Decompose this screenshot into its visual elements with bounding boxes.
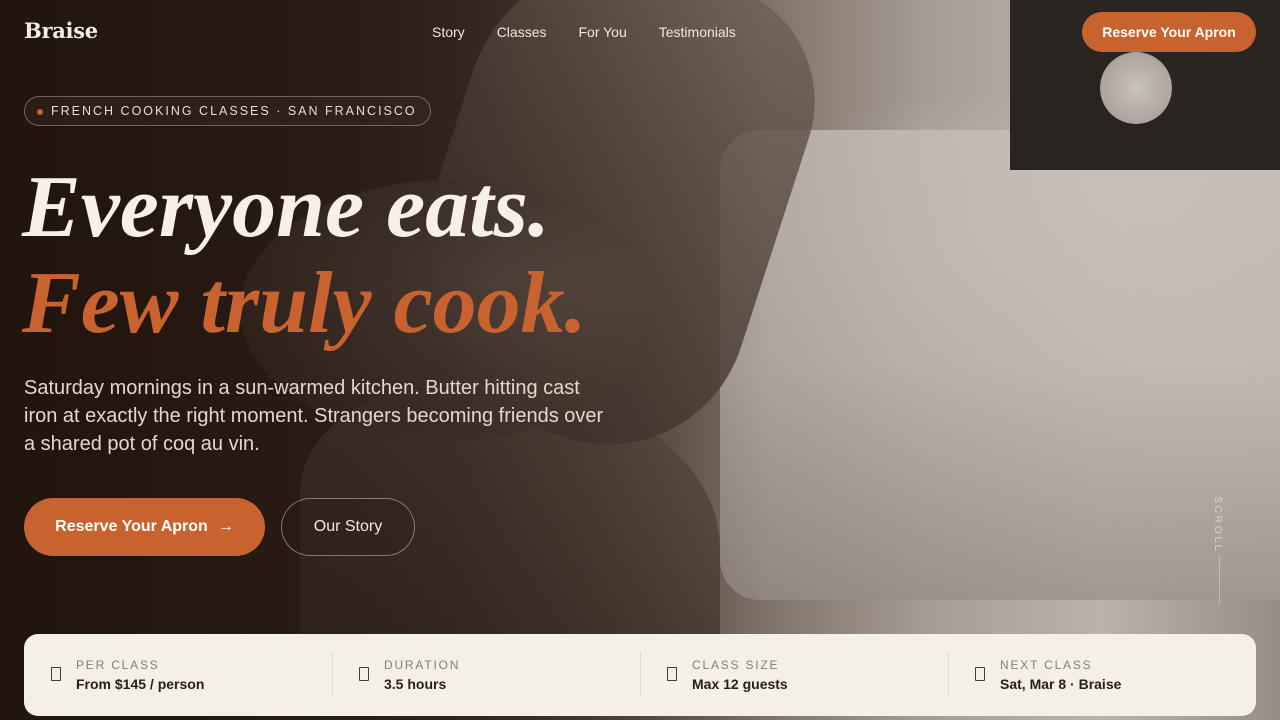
- hero-lede: Saturday mornings in a sun-warmed kitche…: [24, 377, 604, 455]
- our-story-button[interactable]: Our Story: [281, 498, 415, 556]
- info-value: From $145 / person: [76, 676, 205, 692]
- info-value: 3.5 hours: [384, 676, 447, 692]
- info-value: Max 12 guests: [692, 676, 788, 692]
- info-class-size: CLASS SIZE Max 12 guests: [640, 634, 948, 716]
- nav-reserve-button[interactable]: Reserve Your Apron: [1082, 12, 1256, 52]
- clock-icon: [359, 667, 369, 681]
- class-info-bar: PER CLASS From $145 / person DURATION 3.…: [24, 634, 1256, 716]
- info-per-class: PER CLASS From $145 / person: [24, 634, 332, 716]
- nav-link-testimonials[interactable]: Testimonials: [659, 24, 736, 40]
- reserve-apron-button[interactable]: Reserve Your Apron →: [24, 498, 265, 556]
- info-label: NEXT CLASS: [1000, 658, 1093, 672]
- scroll-line: [1219, 556, 1220, 604]
- hero-headline: Everyone eats. Few truly cook.: [22, 160, 587, 352]
- nav-links: Story Classes For You Testimonials: [432, 24, 736, 40]
- brand-logo[interactable]: Braise: [24, 18, 98, 43]
- arrow-right-icon: →: [217, 518, 234, 535]
- scroll-indicator[interactable]: SCROLL: [1212, 496, 1228, 606]
- info-label: CLASS SIZE: [692, 658, 780, 672]
- nav-link-story[interactable]: Story: [432, 24, 465, 40]
- users-icon: [667, 667, 677, 681]
- calendar-icon: [975, 667, 985, 681]
- info-label: PER CLASS: [76, 658, 160, 672]
- top-nav: Braise Story Classes For You Testimonial…: [0, 0, 1280, 64]
- info-label: DURATION: [384, 658, 461, 672]
- info-value: Sat, Mar 8 · Braise: [1000, 676, 1122, 692]
- dot-icon: [37, 109, 43, 115]
- eyebrow-text: FRENCH COOKING CLASSES · SAN FRANCISCO: [51, 104, 417, 118]
- info-next-class: NEXT CLASS Sat, Mar 8 · Braise: [948, 634, 1256, 716]
- headline-line-1: Everyone eats.: [22, 159, 550, 256]
- info-duration: DURATION 3.5 hours: [332, 634, 640, 716]
- scroll-label: SCROLL: [1212, 496, 1224, 554]
- headline-line-2: Few truly cook.: [22, 255, 587, 352]
- nav-link-for-you[interactable]: For You: [578, 24, 626, 40]
- eyebrow-badge: FRENCH COOKING CLASSES · SAN FRANCISCO: [24, 96, 431, 126]
- nav-link-classes[interactable]: Classes: [497, 24, 547, 40]
- tag-icon: [51, 667, 61, 681]
- reserve-apron-label: Reserve Your Apron: [55, 518, 208, 535]
